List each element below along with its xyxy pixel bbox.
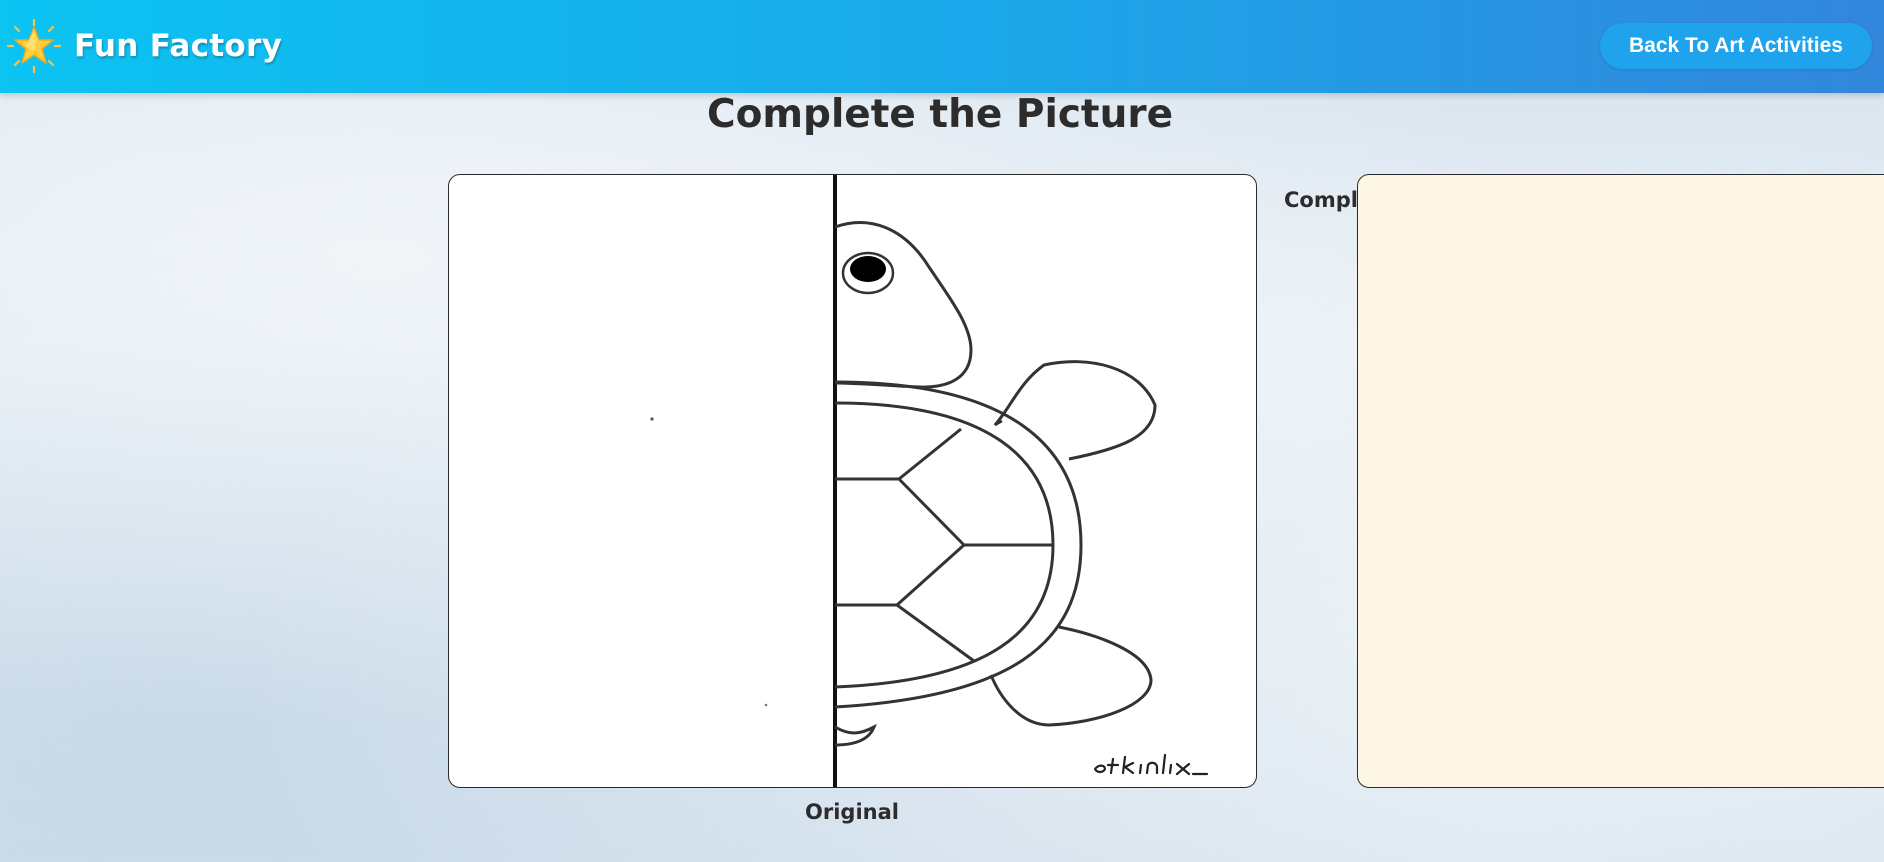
turtle-eye <box>850 256 886 282</box>
original-image-panel <box>448 174 1257 788</box>
brand-name: Fun Factory <box>74 28 283 64</box>
turtle-upper-flipper <box>993 360 1157 461</box>
half-turtle-image <box>650 175 1209 787</box>
turtle-tail <box>834 723 877 747</box>
complete-caption: Complete <box>1284 188 1358 212</box>
back-to-art-activities-button[interactable]: Back To Art Activities <box>1600 23 1872 69</box>
app-header: Fun Factory Back To Art Activities <box>0 0 1884 93</box>
page-title: Complete the Picture <box>706 92 1174 137</box>
original-caption: Original <box>805 800 899 824</box>
star-icon <box>6 18 62 74</box>
etkinlix-signature <box>1093 753 1209 776</box>
turtle-lower-flipper <box>989 625 1153 727</box>
logo[interactable]: Fun Factory <box>6 18 282 74</box>
turtle-head <box>834 221 973 389</box>
drawing-canvas[interactable] <box>1357 174 1884 788</box>
turtle-shell-pattern <box>835 427 1053 663</box>
